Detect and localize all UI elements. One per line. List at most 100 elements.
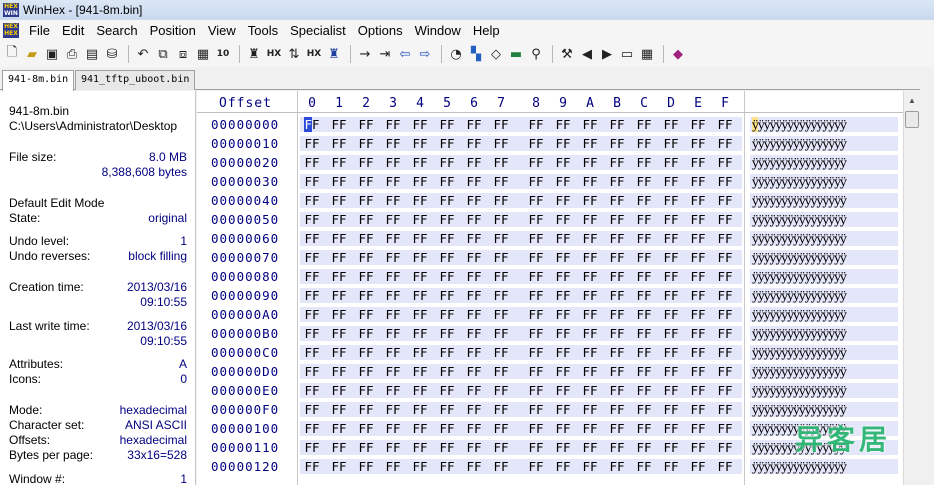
hex-byte[interactable]: FF (632, 362, 656, 381)
hex-byte[interactable]: FF (381, 191, 405, 210)
hex-byte[interactable]: FF (354, 381, 378, 400)
hex-byte[interactable]: FF (578, 343, 602, 362)
hex-byte[interactable]: FF (605, 191, 629, 210)
hex-byte[interactable]: FF (435, 210, 459, 229)
hex-byte[interactable]: FF (354, 362, 378, 381)
hex-byte[interactable]: FF (354, 191, 378, 210)
hex-byte[interactable]: FF (381, 457, 405, 476)
hex-byte[interactable]: FF (300, 153, 324, 172)
hex-byte[interactable]: FF (659, 305, 683, 324)
hex-byte[interactable]: FF (300, 362, 324, 381)
hex-byte[interactable]: FF (551, 229, 575, 248)
help-book-icon[interactable]: ◆ (669, 45, 687, 63)
hex-byte[interactable]: FF (354, 229, 378, 248)
hex-byte[interactable]: FF (659, 134, 683, 153)
hex-byte[interactable]: FF (327, 381, 351, 400)
hex-byte[interactable]: FF (605, 229, 629, 248)
hex-byte[interactable]: FF (435, 419, 459, 438)
hex-byte[interactable]: FF (659, 419, 683, 438)
hex-byte[interactable]: FF (327, 267, 351, 286)
hex-byte[interactable]: FF (327, 438, 351, 457)
hex-byte[interactable]: FF (551, 324, 575, 343)
hex-row[interactable]: FF FF FF FF FF FF FF FF FF FF FF FF FF FF FF FF (300, 362, 742, 381)
hex-byte[interactable]: FF (524, 324, 548, 343)
hex-byte[interactable]: FF (462, 172, 486, 191)
tools-icon[interactable]: ⚒ (558, 45, 576, 63)
hex-byte[interactable]: FF (327, 457, 351, 476)
hex-byte[interactable]: FF (524, 343, 548, 362)
hex-byte[interactable]: FF (686, 324, 710, 343)
hex-byte[interactable]: FF (489, 153, 513, 172)
hex-byte[interactable]: FF (300, 172, 324, 191)
hex-byte[interactable]: FF (489, 381, 513, 400)
hex-row[interactable]: FF FF FF FF FF FF FF FF FF FF FF FF FF FF FF FF (300, 343, 742, 362)
hex-byte[interactable]: FF (408, 381, 432, 400)
ascii-row[interactable]: ÿÿÿÿÿÿÿÿÿÿÿÿÿÿÿÿ (750, 115, 900, 134)
hex-byte[interactable]: FF (435, 267, 459, 286)
hex-byte[interactable]: FF (686, 248, 710, 267)
hex-byte[interactable]: FF (408, 343, 432, 362)
hex-byte[interactable]: FF (489, 419, 513, 438)
hex-byte[interactable]: FF (327, 324, 351, 343)
hex-byte[interactable]: FF (632, 343, 656, 362)
ascii-row[interactable]: ÿÿÿÿÿÿÿÿÿÿÿÿÿÿÿÿ (750, 400, 900, 419)
hex-byte[interactable]: FF (354, 305, 378, 324)
hex-byte[interactable]: FF (354, 248, 378, 267)
hex-byte[interactable]: FF (489, 191, 513, 210)
hex-byte[interactable]: FF (524, 134, 548, 153)
hex-byte[interactable]: FF (578, 286, 602, 305)
hex-byte[interactable]: FF (713, 191, 737, 210)
hex-byte[interactable]: FF (578, 229, 602, 248)
hex-byte[interactable]: FF (551, 400, 575, 419)
hex-byte[interactable]: FF (489, 362, 513, 381)
hex-byte[interactable]: FF (408, 267, 432, 286)
hex-byte[interactable]: FF (408, 172, 432, 191)
hex-byte[interactable]: FF (327, 305, 351, 324)
calculator-icon[interactable]: ◔ (447, 45, 465, 63)
find-next-icon[interactable]: ♜ (325, 45, 343, 63)
hex-byte[interactable]: FF (713, 324, 737, 343)
ascii-row[interactable]: ÿÿÿÿÿÿÿÿÿÿÿÿÿÿÿÿ (750, 343, 900, 362)
hex-byte[interactable]: FF (713, 362, 737, 381)
hex-byte[interactable]: FF (462, 305, 486, 324)
tab-941-tftp-uboot[interactable]: 941_tftp_uboot.bin (75, 70, 196, 90)
save-icon[interactable]: ▣ (43, 45, 61, 63)
hex-byte[interactable]: FF (605, 457, 629, 476)
hex-byte[interactable]: FF (551, 153, 575, 172)
forward-icon[interactable]: ⇨ (416, 45, 434, 63)
hex-byte[interactable]: FF (524, 286, 548, 305)
hex-byte[interactable]: FF (381, 419, 405, 438)
hex-byte[interactable]: FF (408, 191, 432, 210)
hex-byte[interactable]: FF (327, 419, 351, 438)
hex-byte[interactable]: FF (605, 324, 629, 343)
tab-941-8m[interactable]: 941-8m.bin (2, 70, 75, 91)
hex-byte[interactable]: FF (551, 115, 575, 134)
hex-byte[interactable]: FF (578, 115, 602, 134)
hex-byte[interactable]: FF (300, 343, 324, 362)
hex-byte[interactable]: FF (408, 248, 432, 267)
hex-byte[interactable]: FF (354, 343, 378, 362)
hex-byte[interactable]: FF (659, 457, 683, 476)
open-folder-icon[interactable]: ▰ (23, 45, 41, 63)
hex-byte[interactable]: FF (605, 286, 629, 305)
hex-byte[interactable]: FF (524, 210, 548, 229)
hex-byte[interactable]: FF (605, 305, 629, 324)
hex-byte[interactable]: FF (381, 381, 405, 400)
replace-icon[interactable]: ⇅ (285, 45, 303, 63)
hex-byte[interactable]: FF (713, 172, 737, 191)
hex-row[interactable]: FF FF FF FF FF FF FF FF FF FF FF FF FF FF FF FF (300, 248, 742, 267)
hex-byte[interactable]: FF (435, 153, 459, 172)
hex-byte[interactable]: FF (381, 210, 405, 229)
hex-byte[interactable]: FF (686, 286, 710, 305)
hex-row[interactable]: FF FF FF FF FF FF FF FF FF FF FF FF FF FF FF FF (300, 438, 742, 457)
hex-byte[interactable]: FF (354, 457, 378, 476)
hex-byte[interactable]: FF (659, 267, 683, 286)
hex-byte[interactable]: FF (300, 419, 324, 438)
hex-byte[interactable]: FF (381, 248, 405, 267)
hex-byte[interactable]: FF (605, 419, 629, 438)
hex-byte[interactable]: FF (713, 419, 737, 438)
hex-row[interactable]: FF FF FF FF FF FF FF FF FF FF FF FF FF FF FF FF (300, 134, 742, 153)
hex-byte[interactable]: FF (524, 115, 548, 134)
hex-byte[interactable]: FF (327, 115, 351, 134)
hex-byte[interactable]: FF (686, 438, 710, 457)
